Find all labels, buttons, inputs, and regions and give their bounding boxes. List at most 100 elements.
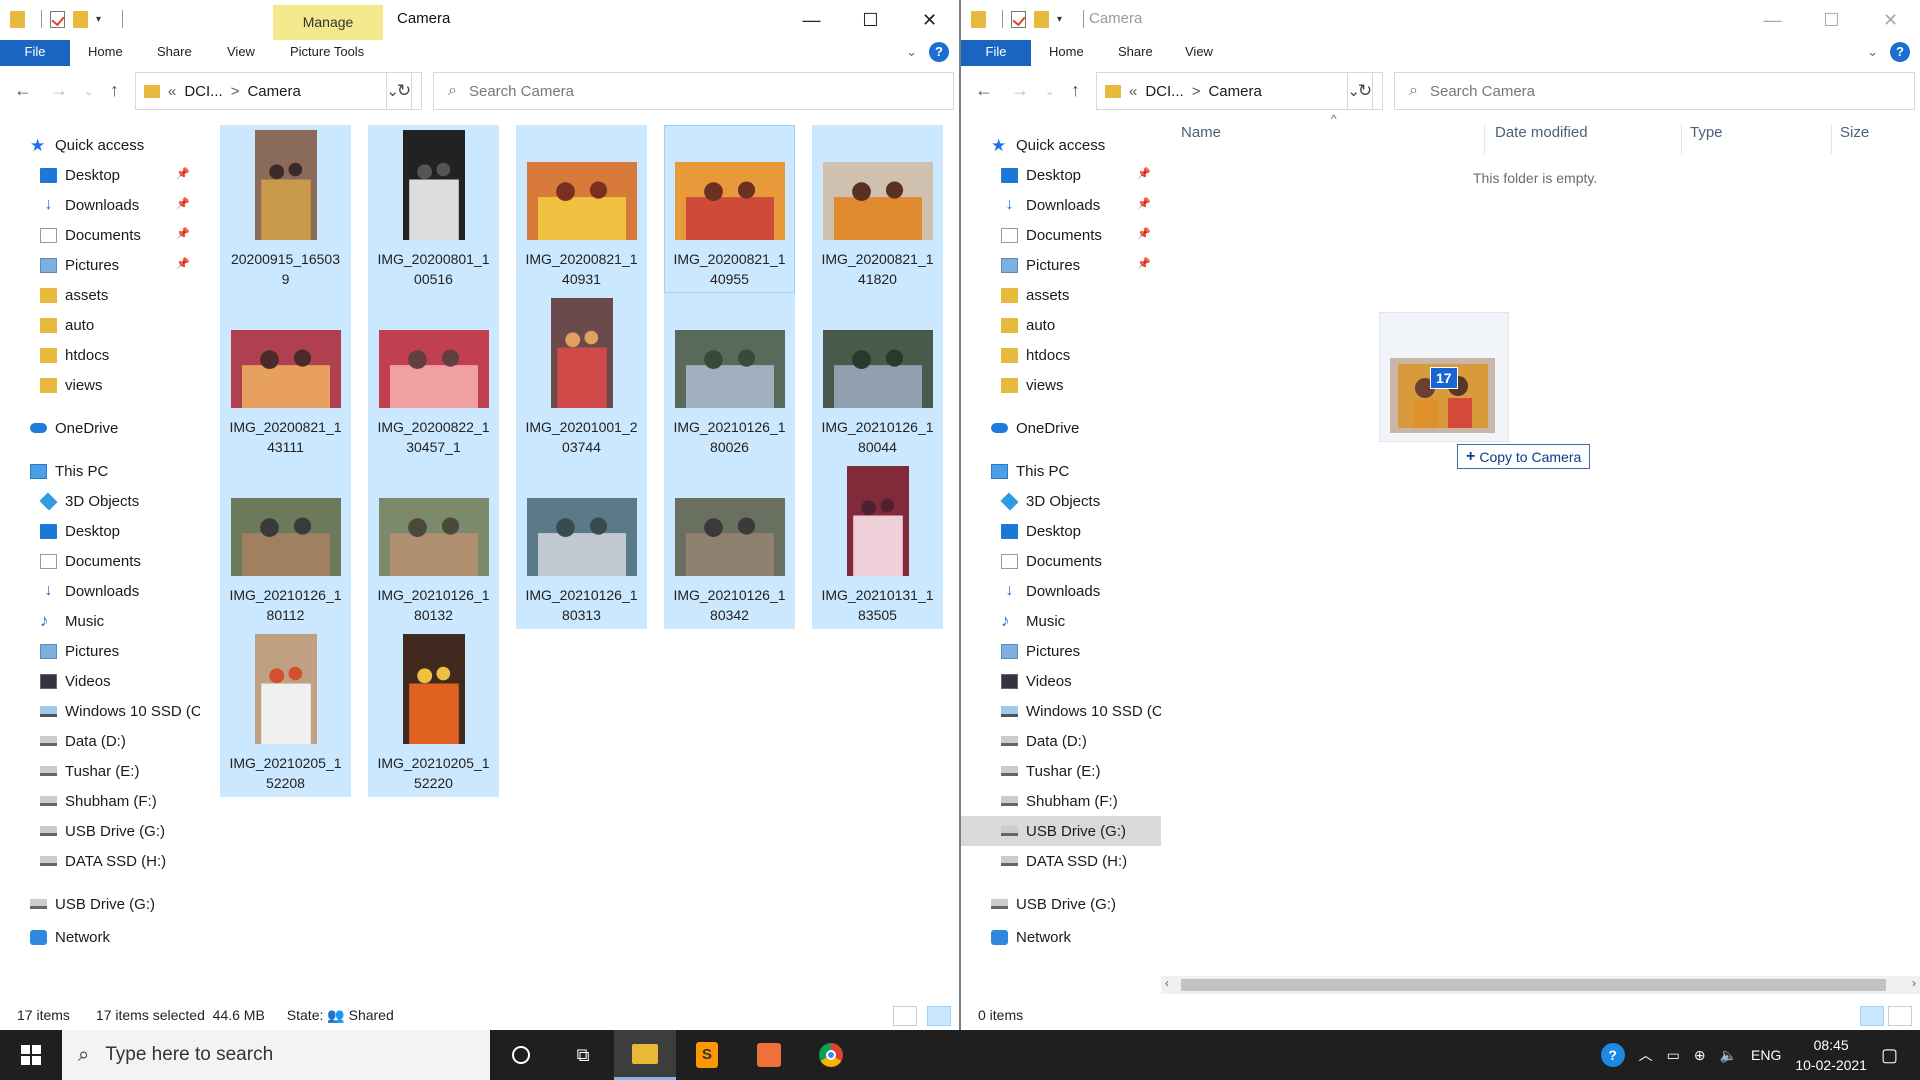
forward-arrow-icon[interactable]: →	[50, 80, 68, 101]
scroll-left-icon[interactable]: ‹	[1165, 976, 1169, 990]
nav-item-quick-access[interactable]: ★ Quick access	[961, 130, 1161, 160]
file-tile[interactable]: IMG_20210126_1 80342	[664, 461, 795, 629]
nav-item-data-d[interactable]: Data (D:)	[0, 726, 200, 756]
title-bar[interactable]: ▾ Camera — ☐ ✕	[961, 0, 1920, 40]
expand-ribbon-icon[interactable]: ⌄	[1867, 44, 1878, 60]
nav-item-downloads[interactable]: ↓ Downloads	[0, 576, 200, 606]
tab-view[interactable]: View	[227, 40, 255, 66]
nav-item-music[interactable]: ♪ Music	[961, 606, 1161, 636]
up-arrow-icon[interactable]: ↑	[110, 80, 119, 101]
battery-icon[interactable]: ▭	[1667, 1047, 1680, 1064]
search-input[interactable]: ⌕ Search Camera	[433, 72, 954, 110]
column-header-name[interactable]: Name	[1181, 124, 1221, 154]
large-icons-view-button[interactable]	[1888, 1006, 1912, 1026]
nav-item-quick-access[interactable]: ★ Quick access	[0, 130, 200, 160]
task-view-icon[interactable]: ⧉	[552, 1030, 614, 1080]
details-view-button[interactable]	[893, 1006, 917, 1026]
recent-dropdown-icon[interactable]: ⌄	[1045, 85, 1054, 98]
column-header-date-modified[interactable]: Date modified	[1484, 124, 1588, 154]
nav-item-shubham-f[interactable]: Shubham (F:)	[0, 786, 200, 816]
nav-item-usb-drive-g[interactable]: USB Drive (G:)	[0, 816, 200, 846]
nav-item-windows-10-ssd-c[interactable]: Windows 10 SSD (C	[0, 696, 200, 726]
large-icons-view-button[interactable]	[927, 1006, 951, 1026]
refresh-button[interactable]: ↻	[386, 72, 422, 110]
breadcrumb-camera[interactable]: Camera	[247, 83, 300, 100]
nav-item-desktop[interactable]: Desktop	[0, 516, 200, 546]
up-arrow-icon[interactable]: ↑	[1071, 80, 1080, 101]
nav-item-data-ssd-h[interactable]: DATA SSD (H:)	[961, 846, 1161, 876]
nav-item-documents[interactable]: Documents	[0, 546, 200, 576]
minimize-button[interactable]: —	[1743, 0, 1802, 40]
address-bar[interactable]: « DCI... > Camera ⌄	[1096, 72, 1373, 110]
file-tile[interactable]: IMG_20210126_1 80132	[368, 461, 499, 629]
nav-item-shubham-f[interactable]: Shubham (F:)	[961, 786, 1161, 816]
nav-item-auto[interactable]: auto	[961, 310, 1161, 340]
nav-item-pictures[interactable]: Pictures 📌	[0, 250, 200, 280]
properties-icon[interactable]	[1011, 10, 1026, 28]
breadcrumb-overflow[interactable]: «	[168, 83, 176, 100]
nav-item-desktop[interactable]: Desktop 📌	[0, 160, 200, 190]
file-tile[interactable]: IMG_20201001_2 03744	[516, 293, 647, 461]
details-view-button[interactable]	[1860, 1006, 1884, 1026]
breadcrumb-camera[interactable]: Camera	[1208, 83, 1261, 100]
file-tile[interactable]: IMG_20200821_1 40955	[664, 125, 795, 293]
scrollbar-thumb[interactable]	[1181, 979, 1886, 991]
refresh-button[interactable]: ↻	[1347, 72, 1383, 110]
nav-item-assets[interactable]: assets	[961, 280, 1161, 310]
customize-dropdown-icon[interactable]: ▾	[96, 14, 106, 25]
breadcrumb-overflow[interactable]: «	[1129, 83, 1137, 100]
nav-item-desktop[interactable]: Desktop	[961, 516, 1161, 546]
nav-item-usb-drive-g[interactable]: USB Drive (G:)	[961, 889, 1161, 919]
xampp-icon[interactable]	[738, 1030, 800, 1080]
nav-item-this-pc[interactable]: This PC	[0, 456, 200, 486]
address-bar[interactable]: « DCI... > Camera ⌄	[135, 72, 412, 110]
nav-item-desktop[interactable]: Desktop 📌	[961, 160, 1161, 190]
file-tile[interactable]: IMG_20210205_1 52208	[220, 629, 351, 797]
nav-item-pictures[interactable]: Pictures 📌	[961, 250, 1161, 280]
chrome-icon[interactable]	[800, 1030, 862, 1080]
customize-dropdown-icon[interactable]: ▾	[1057, 14, 1067, 25]
nav-item-assets[interactable]: assets	[0, 280, 200, 310]
help-icon[interactable]: ?	[929, 42, 949, 62]
nav-item-3d-objects[interactable]: 3D Objects	[0, 486, 200, 516]
nav-item-this-pc[interactable]: This PC	[961, 456, 1161, 486]
horizontal-scrollbar[interactable]: ‹ ›	[1161, 976, 1920, 994]
nav-item-downloads[interactable]: ↓ Downloads 📌	[0, 190, 200, 220]
file-tile[interactable]: IMG_20210126_1 80313	[516, 461, 647, 629]
forward-arrow-icon[interactable]: →	[1011, 80, 1029, 101]
nav-item-onedrive[interactable]: OneDrive	[0, 413, 200, 443]
network-globe-icon[interactable]: ⊕	[1694, 1047, 1706, 1064]
nav-item-tushar-e[interactable]: Tushar (E:)	[0, 756, 200, 786]
nav-item-network[interactable]: Network	[961, 922, 1161, 952]
tab-share[interactable]: Share	[1118, 40, 1153, 66]
nav-item-documents[interactable]: Documents	[961, 546, 1161, 576]
file-explorer-taskbar-icon[interactable]	[614, 1030, 676, 1080]
tab-file[interactable]: File	[0, 40, 70, 66]
breadcrumb-dci[interactable]: DCI...	[1145, 83, 1183, 100]
nav-item-documents[interactable]: Documents 📌	[0, 220, 200, 250]
file-tile[interactable]: IMG_20200821_1 40931	[516, 125, 647, 293]
maximize-button[interactable]: ☐	[841, 0, 900, 40]
nav-item-pictures[interactable]: Pictures	[961, 636, 1161, 666]
recent-dropdown-icon[interactable]: ⌄	[84, 85, 93, 98]
maximize-button[interactable]: ☐	[1802, 0, 1861, 40]
file-tile[interactable]: IMG_20210126_1 80044	[812, 293, 943, 461]
nav-item-videos[interactable]: Videos	[961, 666, 1161, 696]
column-header-size[interactable]: Size	[1831, 124, 1869, 154]
search-input[interactable]: ⌕ Search Camera	[1394, 72, 1915, 110]
nav-item-htdocs[interactable]: htdocs	[0, 340, 200, 370]
file-tile[interactable]: IMG_20200822_1 30457_1	[368, 293, 499, 461]
file-tile[interactable]: IMG_20200821_1 41820	[812, 125, 943, 293]
nav-item-videos[interactable]: Videos	[0, 666, 200, 696]
start-button[interactable]	[0, 1030, 62, 1080]
tab-home[interactable]: Home	[88, 40, 123, 66]
tab-home[interactable]: Home	[1049, 40, 1084, 66]
nav-item-network[interactable]: Network	[0, 922, 200, 952]
help-tray-icon[interactable]: ?	[1600, 1043, 1625, 1067]
language-indicator[interactable]: ENG	[1751, 1047, 1781, 1063]
nav-item-downloads[interactable]: ↓ Downloads 📌	[961, 190, 1161, 220]
volume-icon[interactable]: 🔈	[1720, 1047, 1737, 1064]
nav-item-usb-drive-g[interactable]: USB Drive (G:)	[0, 889, 200, 919]
nav-item-views[interactable]: views	[0, 370, 200, 400]
nav-item-windows-10-ssd-c[interactable]: Windows 10 SSD (C	[961, 696, 1161, 726]
